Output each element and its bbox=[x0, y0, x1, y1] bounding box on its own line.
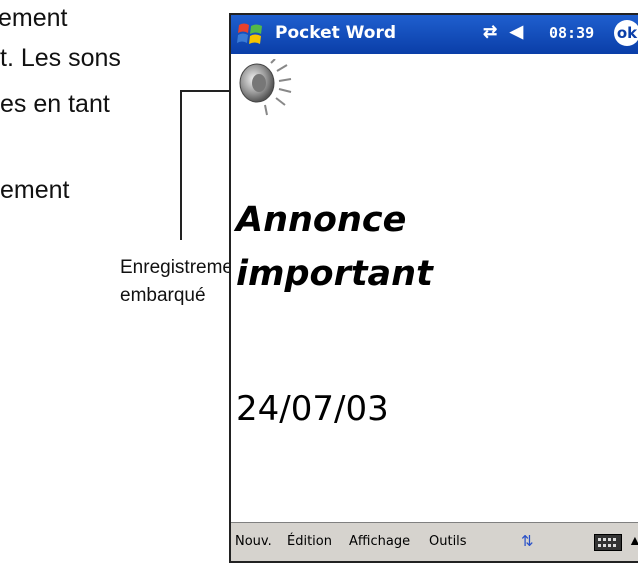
menu-item-affichage[interactable]: Affichage bbox=[349, 534, 410, 549]
document-date[interactable]: 24/07/03 bbox=[236, 389, 389, 429]
input-selector-arrow-icon[interactable]: ▲ bbox=[628, 532, 638, 548]
title-bar: Pocket Word ⇄ ◀︎ 08:39 ok bbox=[231, 15, 638, 54]
speaker-recording-icon[interactable] bbox=[235, 59, 305, 117]
app-title: Pocket Word bbox=[275, 23, 397, 43]
sync-icon[interactable]: ⇅ bbox=[521, 532, 534, 550]
status-icons[interactable]: ⇄ ◀︎ bbox=[483, 22, 523, 42]
clock-time[interactable]: 08:39 bbox=[549, 24, 594, 42]
manual-text-line-2: t. Les sons bbox=[0, 44, 121, 72]
document-title-line-2[interactable]: important bbox=[236, 247, 433, 301]
menu-item-outils[interactable]: Outils bbox=[429, 534, 467, 549]
callout-leader-vertical bbox=[180, 90, 182, 240]
document-title-line-1[interactable]: Annonce bbox=[236, 193, 433, 247]
windows-flag-icon[interactable] bbox=[235, 19, 267, 49]
manual-text-line-1: ement bbox=[0, 4, 68, 32]
menu-item-nouv[interactable]: Nouv. bbox=[235, 534, 272, 549]
keyboard-icon[interactable] bbox=[594, 534, 622, 551]
connectivity-icon[interactable]: ⇄ bbox=[483, 22, 497, 41]
pocket-pc-screen: Pocket Word ⇄ ◀︎ 08:39 ok Annonce import… bbox=[229, 13, 638, 563]
volume-icon[interactable]: ◀︎ bbox=[510, 22, 523, 41]
ok-button[interactable]: ok bbox=[614, 20, 638, 46]
manual-text-line-4: ement bbox=[0, 176, 70, 204]
menu-bar: Nouv. Édition Affichage Outils ⇅ ▲ bbox=[231, 522, 638, 561]
manual-text-line-3: es en tant bbox=[0, 90, 110, 118]
document-title[interactable]: Annonce important bbox=[236, 193, 433, 301]
menu-item-edition[interactable]: Édition bbox=[287, 534, 332, 549]
